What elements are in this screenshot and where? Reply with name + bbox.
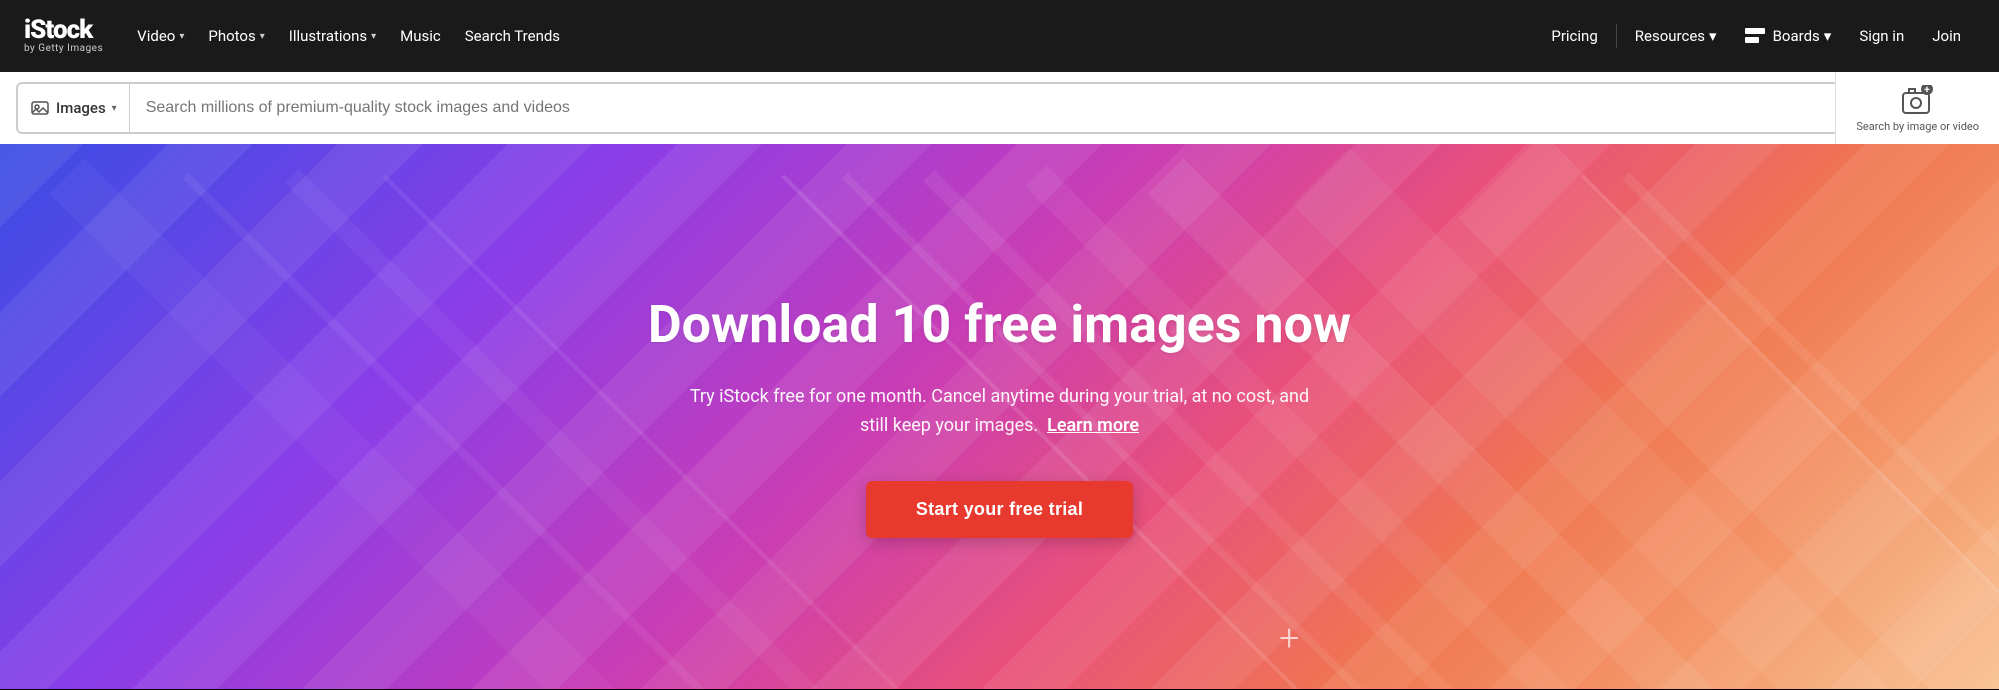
nav-divider (1616, 24, 1617, 48)
nav-label-signin: Sign in (1859, 27, 1904, 45)
nav-item-music[interactable]: Music (390, 19, 451, 53)
learn-more-link[interactable]: Learn more (1047, 415, 1139, 436)
hero-subtitle-text: Try iStock free for one month. Cancel an… (690, 386, 1309, 436)
nav-item-search-trends[interactable]: Search Trends (455, 19, 570, 53)
search-type-selector[interactable]: Images ▾ (18, 84, 130, 132)
nav-label-boards: Boards (1773, 27, 1820, 45)
camera-upload-icon: + (1900, 82, 1936, 118)
logo-brand: iStock (24, 17, 103, 43)
search-input[interactable] (130, 84, 1981, 132)
chevron-down-icon: ▾ (1824, 27, 1832, 45)
hero-subtitle: Try iStock free for one month. Cancel an… (648, 383, 1351, 441)
nav-label-pricing: Pricing (1551, 27, 1597, 45)
chevron-down-icon: ▾ (112, 103, 117, 114)
nav-item-photos[interactable]: Photos ▾ (198, 19, 274, 53)
chevron-down-icon: ▾ (1709, 27, 1717, 45)
nav-boards[interactable]: Boards ▾ (1731, 19, 1846, 53)
search-by-image-label: Search by image or video (1856, 120, 1979, 134)
nav-label-resources: Resources (1635, 27, 1705, 45)
nav-left: Video ▾ Photos ▾ Illustrations ▾ Music S… (127, 19, 1537, 53)
nav-label-music: Music (400, 27, 441, 45)
logo-sub: by Getty Images (24, 43, 103, 55)
nav-item-video[interactable]: Video ▾ (127, 19, 194, 53)
nav-label-video: Video (137, 27, 175, 45)
hero-content: Download 10 free images now Try iStock f… (628, 295, 1371, 537)
nav-label-illustrations: Illustrations (289, 27, 367, 45)
image-type-icon (30, 98, 50, 118)
search-bar-container: Images ▾ + Search by image or video (0, 72, 1999, 144)
nav-resources[interactable]: Resources ▾ (1621, 19, 1731, 53)
nav-signin[interactable]: Sign in (1845, 19, 1918, 53)
nav-item-illustrations[interactable]: Illustrations ▾ (279, 19, 386, 53)
nav-join[interactable]: Join (1918, 19, 1975, 53)
nav-label-search-trends: Search Trends (465, 27, 560, 45)
hero-title: Download 10 free images now (648, 295, 1351, 355)
chevron-down-icon: ▾ (371, 31, 376, 42)
svg-text:+: + (1924, 85, 1930, 96)
chevron-down-icon: ▾ (179, 31, 184, 42)
search-type-label: Images (56, 99, 106, 117)
navbar: iStock by Getty Images Video ▾ Photos ▾ … (0, 0, 1999, 72)
hero-expand-icon[interactable]: + (1279, 617, 1299, 659)
nav-right: Pricing Resources ▾ Boards ▾ Sign in Joi… (1537, 19, 1975, 53)
hero-section: Download 10 free images now Try iStock f… (0, 144, 1999, 689)
chevron-down-icon: ▾ (260, 31, 265, 42)
search-bar: Images ▾ (16, 82, 1983, 134)
start-free-trial-button[interactable]: Start your free trial (866, 481, 1133, 538)
nav-pricing[interactable]: Pricing (1537, 19, 1611, 53)
nav-label-join: Join (1932, 27, 1961, 45)
logo[interactable]: iStock by Getty Images (24, 17, 103, 55)
search-by-image-button[interactable]: + Search by image or video (1835, 72, 1999, 144)
boards-icon (1745, 28, 1765, 44)
nav-label-photos: Photos (208, 27, 255, 45)
